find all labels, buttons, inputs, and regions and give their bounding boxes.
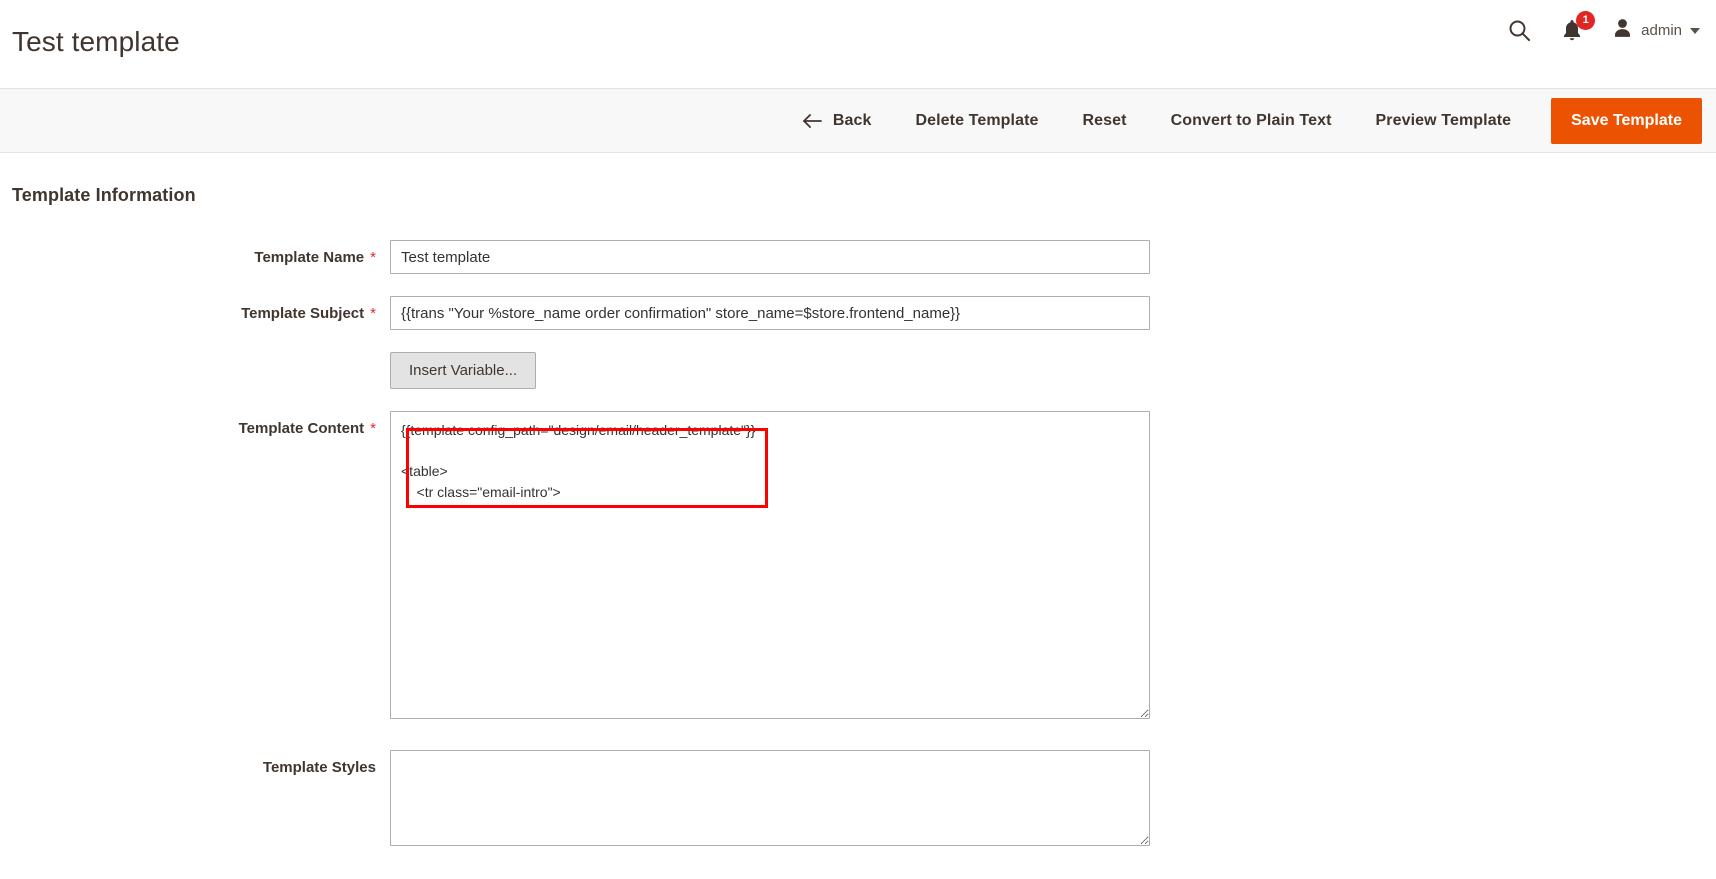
template-subject-label: Template Subject * [12, 296, 390, 322]
page-actions-toolbar: Back Delete Template Reset Convert to Pl… [0, 88, 1716, 153]
field-row-template-styles: Template Styles [12, 750, 1704, 851]
template-styles-label-text: Template Styles [262, 759, 376, 776]
field-row-template-name: Template Name * [12, 240, 1704, 274]
insert-variable-control: Insert Variable... [390, 352, 537, 389]
required-asterisk: * [370, 305, 376, 322]
template-name-control [390, 240, 1150, 274]
admin-user-name: admin [1641, 21, 1682, 39]
template-subject-input[interactable] [390, 296, 1150, 330]
field-row-template-content: Template Content * {{template config_path… [12, 411, 1704, 724]
template-name-input[interactable] [390, 240, 1150, 274]
page-content: Template Information Template Name * Temp… [0, 185, 1716, 851]
section-title: Template Information [12, 185, 196, 205]
template-subject-label-text: Template Subject [241, 305, 365, 322]
admin-user-menu[interactable]: admin [1612, 17, 1700, 44]
save-template-button[interactable]: Save Template [1551, 97, 1702, 144]
search-icon[interactable] [1506, 17, 1532, 43]
template-content-label-text: Template Content [238, 420, 365, 437]
template-subject-control [390, 296, 1150, 330]
chevron-down-icon [1690, 28, 1700, 34]
field-row-insert-variable: Insert Variable... [12, 352, 1704, 389]
convert-to-plain-text-button[interactable]: Convert to Plain Text [1149, 103, 1354, 139]
back-button[interactable]: Back [780, 103, 894, 139]
page-title: Test template [12, 26, 180, 57]
template-styles-textarea[interactable] [390, 750, 1150, 846]
insert-variable-button[interactable]: Insert Variable... [390, 352, 537, 389]
template-styles-label: Template Styles [12, 750, 390, 776]
reset-button[interactable]: Reset [1061, 103, 1149, 139]
delete-template-button[interactable]: Delete Template [893, 103, 1060, 139]
header-tools: 1 admin [1506, 11, 1700, 44]
back-button-label: Back [832, 111, 872, 129]
template-content-control: {{template config_path="design/email/hea… [390, 411, 1150, 724]
template-name-label-text: Template Name [254, 249, 365, 266]
template-content-textarea[interactable]: {{template config_path="design/email/hea… [390, 411, 1150, 719]
template-content-label: Template Content * [12, 411, 390, 437]
template-information-form: Template Name * Template Subject * Insert … [12, 240, 1704, 851]
arrow-left-icon [802, 113, 822, 129]
page-header: Test template 1 admin [0, 0, 1716, 88]
notifications-bell[interactable]: 1 [1558, 11, 1596, 44]
preview-template-button[interactable]: Preview Template [1354, 103, 1534, 139]
required-asterisk: * [370, 420, 376, 437]
notification-count-badge: 1 [1576, 11, 1596, 30]
required-asterisk: * [370, 249, 376, 266]
user-avatar-icon [1612, 17, 1633, 44]
template-name-label: Template Name * [12, 240, 390, 266]
field-row-template-subject: Template Subject * [12, 296, 1704, 330]
template-styles-control [390, 750, 1150, 851]
